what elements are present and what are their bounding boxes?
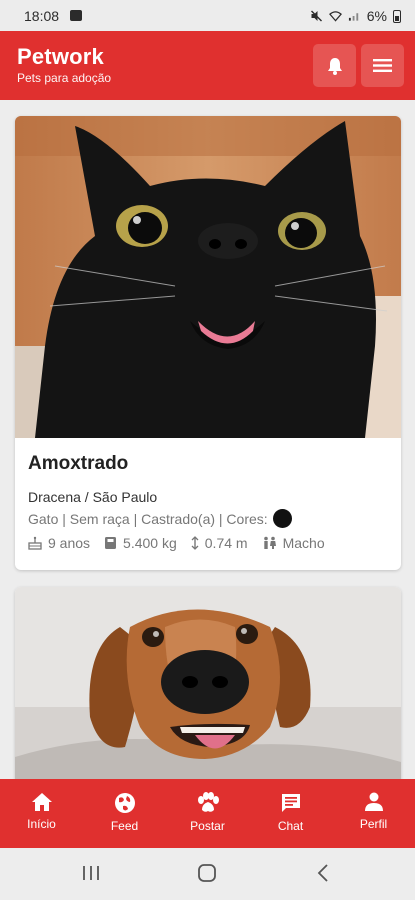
pet-color-swatch — [272, 509, 292, 528]
pet-name: Amoxtrado — [28, 453, 129, 474]
image-notification-icon — [70, 10, 82, 21]
nav-label-inicio: Início — [27, 817, 56, 831]
status-time: 18:08 — [24, 8, 60, 24]
pet-traits: Gato | Sem raça | Castrado(a) | Cores: — [28, 509, 389, 528]
signal-icon — [348, 13, 358, 21]
wifi-icon — [328, 11, 342, 22]
pet-photo-cat — [15, 116, 401, 438]
pet-card[interactable]: Amoxtrado Dracena / São Paulo Gato | Sem… — [15, 116, 401, 570]
bottom-navigation: Início Feed Postar Chat Perfil — [0, 779, 415, 848]
bell-icon — [327, 57, 342, 75]
menu-button[interactable] — [361, 44, 404, 87]
pet-info: Amoxtrado Dracena / São Paulo Gato | Sem… — [28, 453, 389, 551]
app-title: Petwork — [17, 44, 104, 69]
battery-percent: 6% — [366, 8, 387, 24]
nav-item-perfil[interactable]: Perfil — [332, 779, 415, 848]
app-header: Petwork Pets para adoção — [0, 31, 415, 100]
cake-icon — [28, 536, 42, 550]
globe-icon — [114, 793, 135, 813]
home-icon — [31, 793, 52, 811]
chat-icon — [281, 794, 300, 812]
nav-label-perfil: Perfil — [359, 817, 388, 831]
nav-item-postar[interactable]: Postar — [166, 779, 249, 848]
status-bar: 18:08 6% — [0, 0, 415, 31]
pet-photo-dog — [15, 587, 401, 779]
nav-label-postar: Postar — [190, 819, 225, 833]
nav-item-inicio[interactable]: Início — [0, 779, 83, 848]
pet-height-value: 0.74 m — [204, 535, 248, 551]
nav-item-chat[interactable]: Chat — [249, 779, 332, 848]
battery-icon — [393, 9, 401, 23]
nav-label-feed: Feed — [110, 819, 139, 833]
nav-label-chat: Chat — [277, 819, 304, 833]
pet-feed[interactable]: Amoxtrado Dracena / São Paulo Gato | Sem… — [0, 100, 415, 779]
person-icon — [364, 792, 383, 811]
pet-traits-text: Gato | Sem raça | Castrado(a) | Cores: — [28, 510, 268, 527]
pet-height: 0.74 m — [191, 535, 248, 551]
gender-icon — [263, 536, 276, 549]
height-icon — [191, 536, 199, 550]
pet-sex: Macho — [262, 535, 325, 551]
pet-location: Dracena / São Paulo — [28, 489, 158, 505]
home-button-icon[interactable] — [196, 862, 218, 884]
pet-age: 9 anos — [28, 535, 90, 551]
recent-apps-icon[interactable] — [80, 862, 102, 884]
back-icon[interactable] — [313, 862, 335, 884]
nav-item-feed[interactable]: Feed — [83, 779, 166, 848]
pet-sex-value: Macho — [282, 535, 325, 551]
mute-icon — [310, 10, 322, 22]
paw-icon — [197, 792, 219, 812]
pet-weight-value: 5.400 kg — [123, 535, 177, 551]
weight-icon — [105, 537, 117, 549]
hamburger-icon — [373, 59, 392, 72]
notifications-button[interactable] — [313, 44, 356, 87]
app-subtitle: Pets para adoção — [17, 71, 112, 85]
pet-card[interactable] — [15, 587, 401, 779]
pet-age-value: 9 anos — [48, 535, 91, 551]
system-navigation-bar — [0, 848, 415, 900]
pet-stats: 9 anos 5.400 kg 0.74 m Macho — [28, 535, 389, 551]
pet-weight: 5.400 kg — [104, 535, 177, 551]
